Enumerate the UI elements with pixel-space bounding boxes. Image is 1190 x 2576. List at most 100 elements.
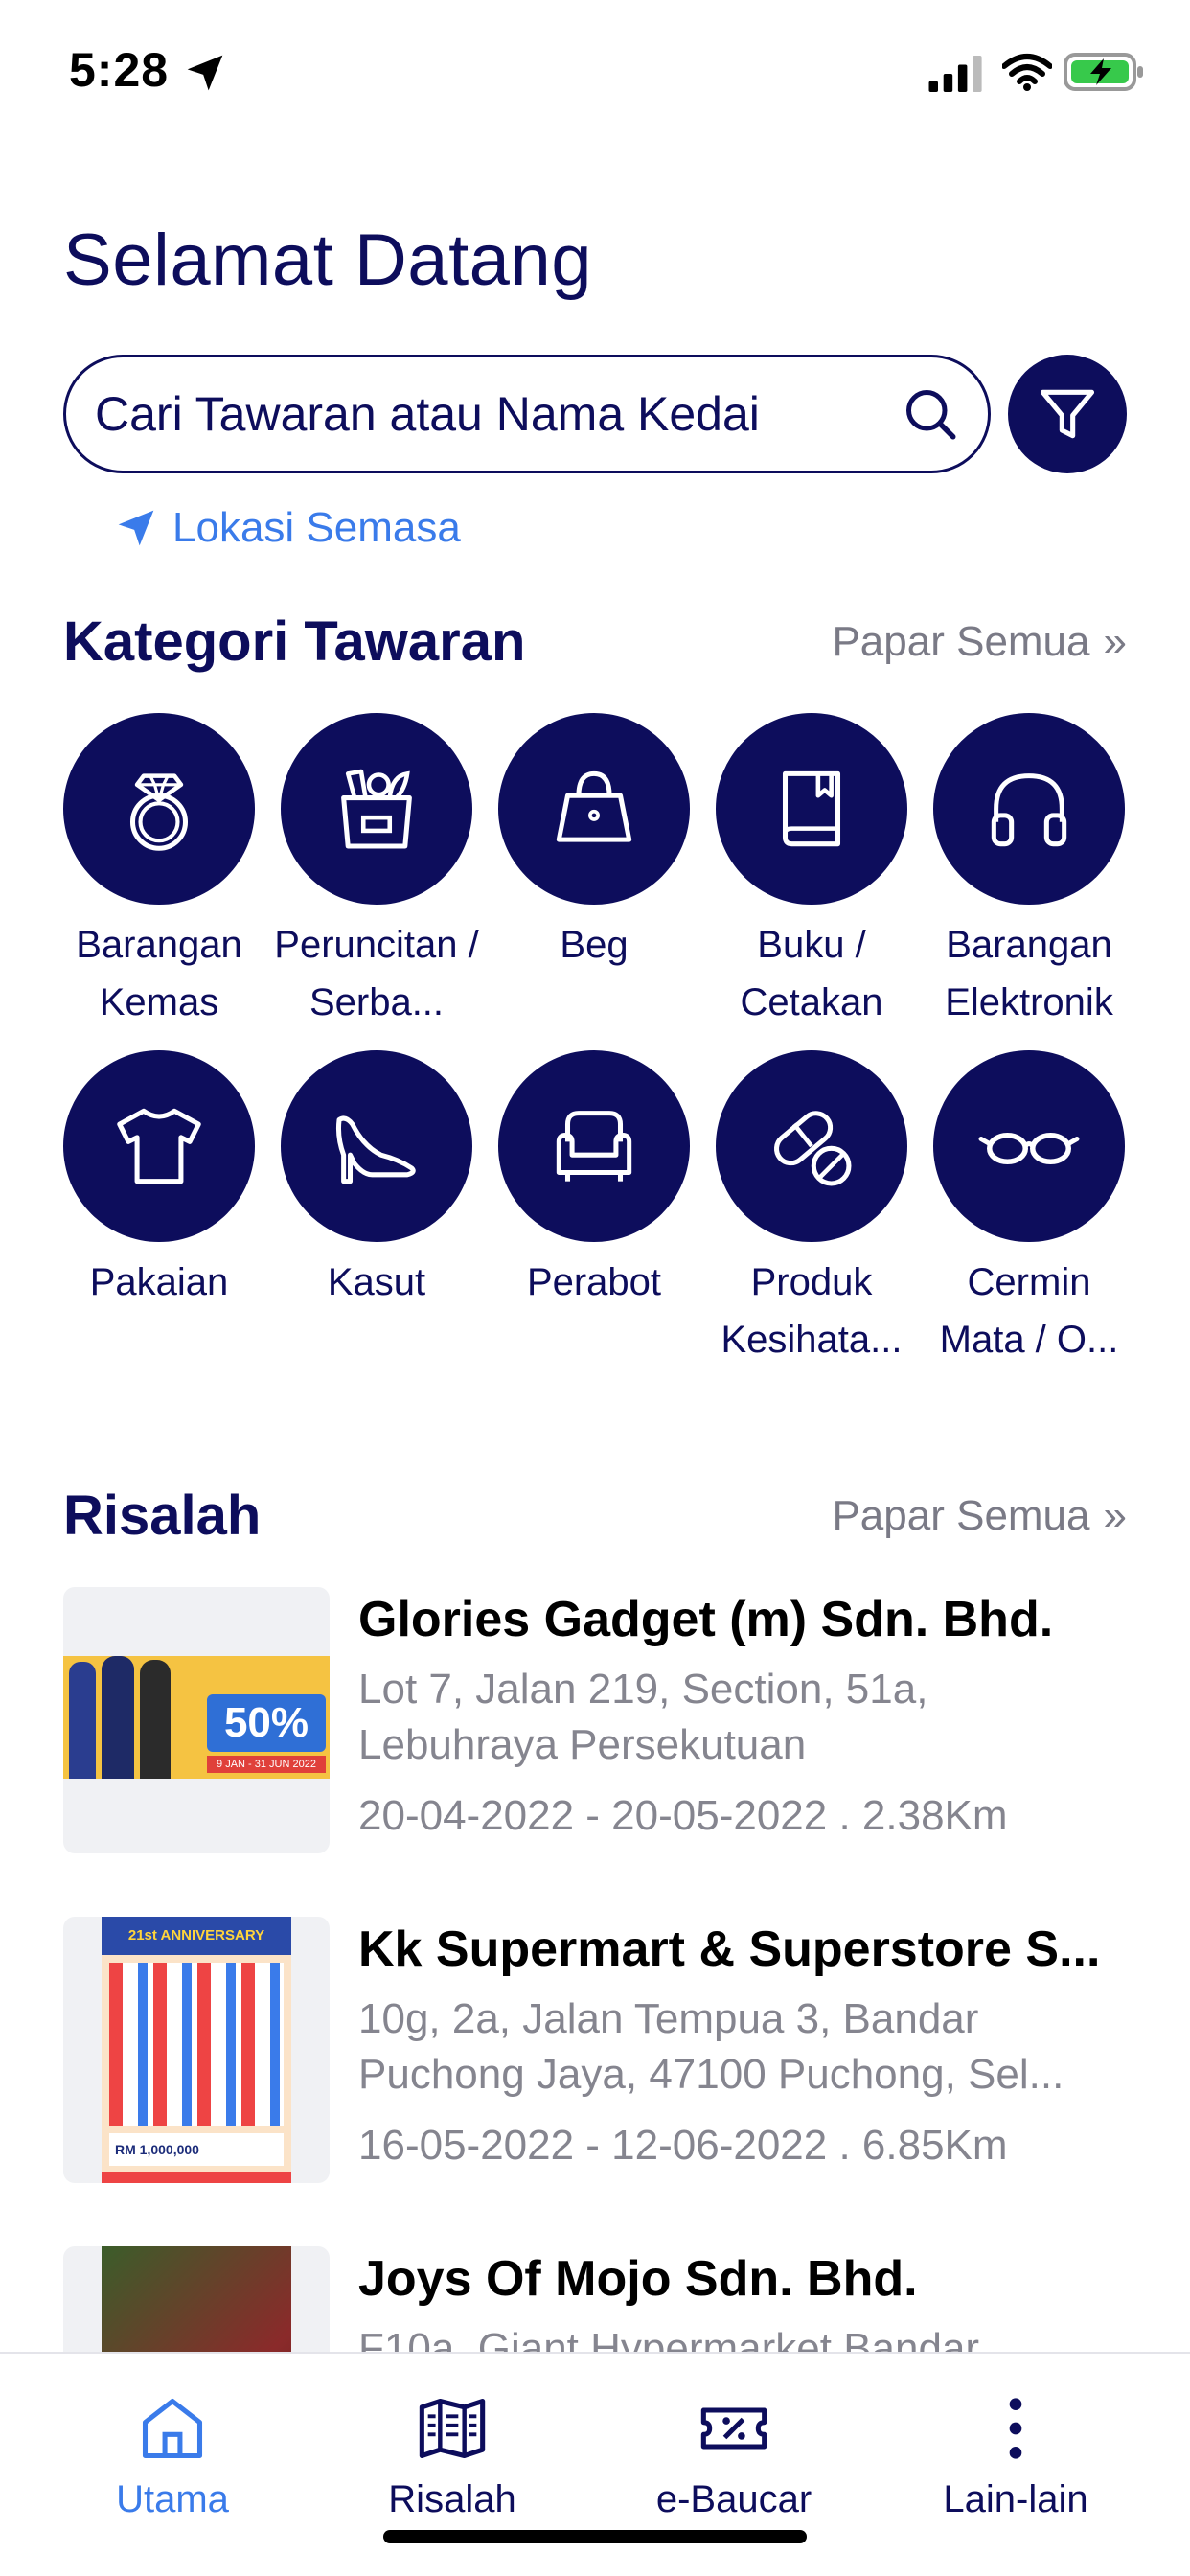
category-item-electronics[interactable]: Barangan Elektronik: [933, 713, 1125, 1031]
status-bar: 5:28: [0, 0, 1190, 144]
voucher-icon: [700, 2407, 767, 2450]
flyer-map-icon: [419, 2398, 486, 2459]
flyers-header: Risalah Papar Semua »: [63, 1484, 1127, 1548]
flyer-thumbnail: 21st ANNIVERSARY RM 1,000,000: [63, 1917, 330, 2183]
flyer-item[interactable]: 50% 9 JAN - 31 JUN 2022 Glories Gadget (…: [63, 1587, 1136, 1855]
tshirt-icon: [117, 1108, 201, 1184]
category-label: Kasut: [327, 1261, 426, 1303]
category-item-shoes[interactable]: Kasut: [281, 1050, 472, 1368]
flyers-title: Risalah: [63, 1484, 262, 1547]
see-all-label: Papar Semua: [832, 617, 1090, 665]
home-icon: [142, 2398, 203, 2459]
current-location-label: Lokasi Semasa: [172, 504, 461, 551]
tab-vouchers[interactable]: e-Baucar: [619, 2392, 849, 2521]
home-indicator[interactable]: [383, 2530, 807, 2543]
flyer-store-name: Joys Of Mojo Sdn. Bhd.: [358, 2251, 918, 2307]
flyer-info: Glories Gadget (m) Sdn. Bhd. Lot 7, Jala…: [358, 1587, 1125, 1855]
flyer-prize: RM 1,000,000: [109, 2133, 284, 2166]
category-item-clothing[interactable]: Pakaian: [63, 1050, 255, 1368]
cellular-signal-icon: [928, 56, 982, 92]
tab-label: Lain-lain: [943, 2478, 1088, 2520]
category-item-bags[interactable]: Beg: [498, 713, 690, 1031]
flyer-address: Lot 7, Jalan 219, Section, 51a, Lebuhray…: [358, 1666, 928, 1768]
more-icon: [1009, 2398, 1022, 2459]
current-location-link[interactable]: Lokasi Semasa: [115, 504, 461, 552]
battery-charging-icon: [1064, 53, 1143, 91]
pills-icon: [773, 1111, 852, 1186]
flyer-discount: 50%: [207, 1694, 326, 1752]
flyer-date-strip: 9 JAN - 31 JUN 2022: [207, 1756, 326, 1773]
tab-flyers[interactable]: Risalah: [337, 2392, 567, 2521]
armchair-icon: [556, 1111, 632, 1182]
search-input[interactable]: [95, 386, 902, 442]
categories-see-all-button[interactable]: Papar Semua »: [832, 618, 1127, 666]
high-heel-icon: [335, 1116, 416, 1184]
category-icon-circle: [933, 1050, 1125, 1242]
category-icon-circle: [716, 1050, 907, 1242]
tab-label: e-Baucar: [655, 2478, 812, 2520]
category-item-jewelry[interactable]: Barangan Kemas: [63, 713, 255, 1031]
category-label: Beg: [560, 924, 629, 966]
flyer-poster-footer: [102, 2172, 291, 2183]
headphones-icon: [991, 773, 1067, 847]
tab-home[interactable]: Utama: [57, 2392, 287, 2521]
search-box[interactable]: [63, 355, 991, 473]
flyer-date-distance: 20-04-2022 - 20-05-2022 . 2.38Km: [358, 1792, 1008, 1839]
category-item-eyewear[interactable]: Cermin Mata / O...: [933, 1050, 1125, 1368]
category-label: Pakaian: [89, 1261, 229, 1303]
category-grid: Barangan Kemas Peruncitan / Serba... Beg: [63, 713, 1127, 1368]
person-figure: [140, 1660, 171, 1779]
grocery-bag-icon: [341, 769, 412, 849]
category-icon-circle: [498, 1050, 690, 1242]
filter-button[interactable]: [1008, 355, 1127, 473]
flyer-item[interactable]: 21st ANNIVERSARY RM 1,000,000 Kk Superma…: [63, 1917, 1136, 2185]
location-arrow-icon: [118, 510, 154, 546]
category-icon-circle: [933, 713, 1125, 905]
flyer-product-grid: [109, 1963, 284, 2126]
flyer-date-distance: 16-05-2022 - 12-06-2022 . 6.85Km: [358, 2122, 1008, 2169]
category-icon-circle: [281, 713, 472, 905]
category-label: Cermin Mata / O...: [939, 1261, 1119, 1361]
flyer-poster: 21st ANNIVERSARY RM 1,000,000: [102, 1917, 291, 2183]
tab-more[interactable]: Lain-lain: [901, 2392, 1131, 2521]
category-label: Buku / Cetakan: [740, 924, 883, 1024]
category-label: Perabot: [526, 1261, 662, 1303]
category-icon-circle: [281, 1050, 472, 1242]
category-item-grocery[interactable]: Peruncitan / Serba...: [274, 713, 479, 1031]
handbag-icon: [556, 770, 632, 842]
location-arrow-icon: [187, 55, 223, 91]
flyers-see-all-button[interactable]: Papar Semua »: [832, 1492, 1127, 1540]
glasses-icon: [978, 1133, 1080, 1164]
flyer-store-name: Kk Supermart & Superstore S...: [358, 1921, 1101, 1977]
ring-icon: [129, 773, 189, 851]
category-icon-circle: [716, 713, 907, 905]
flyer-store-name: Glories Gadget (m) Sdn. Bhd.: [358, 1592, 1054, 1647]
category-item-furniture[interactable]: Perabot: [498, 1050, 690, 1368]
search-icon[interactable]: [902, 385, 959, 443]
tab-label: Utama: [116, 2478, 229, 2520]
tab-label: Risalah: [388, 2478, 516, 2520]
flyer-info: Kk Supermart & Superstore S... 10g, 2a, …: [358, 1917, 1125, 2185]
person-figure: [69, 1662, 96, 1779]
categories-title: Kategori Tawaran: [63, 610, 526, 673]
category-item-books[interactable]: Buku / Cetakan: [716, 713, 907, 1031]
see-all-label: Papar Semua: [832, 1491, 1090, 1539]
category-item-health[interactable]: Produk Kesihata...: [716, 1050, 907, 1368]
double-chevron-right-icon: »: [1103, 1491, 1127, 1539]
categories-header: Kategori Tawaran Papar Semua »: [63, 610, 1127, 674]
page-title: Selamat Datang: [63, 219, 592, 301]
category-icon-circle: [63, 1050, 255, 1242]
flyer-address: 10g, 2a, Jalan Tempua 3, Bandar Puchong …: [358, 1995, 1064, 2098]
flyer-banner: 50% 9 JAN - 31 JUN 2022: [63, 1656, 330, 1779]
double-chevron-right-icon: »: [1103, 617, 1127, 665]
status-time: 5:28: [69, 43, 170, 97]
person-figure: [102, 1656, 134, 1779]
category-icon-circle: [63, 713, 255, 905]
wifi-icon: [1002, 54, 1052, 91]
flyer-thumbnail: 50% 9 JAN - 31 JUN 2022: [63, 1587, 330, 1853]
filter-icon: [1040, 389, 1095, 439]
flyer-poster-header: 21st ANNIVERSARY: [102, 1917, 291, 1955]
category-label: Barangan Elektronik: [945, 924, 1113, 1024]
category-label: Produk Kesihata...: [721, 1261, 903, 1361]
book-icon: [782, 770, 841, 847]
